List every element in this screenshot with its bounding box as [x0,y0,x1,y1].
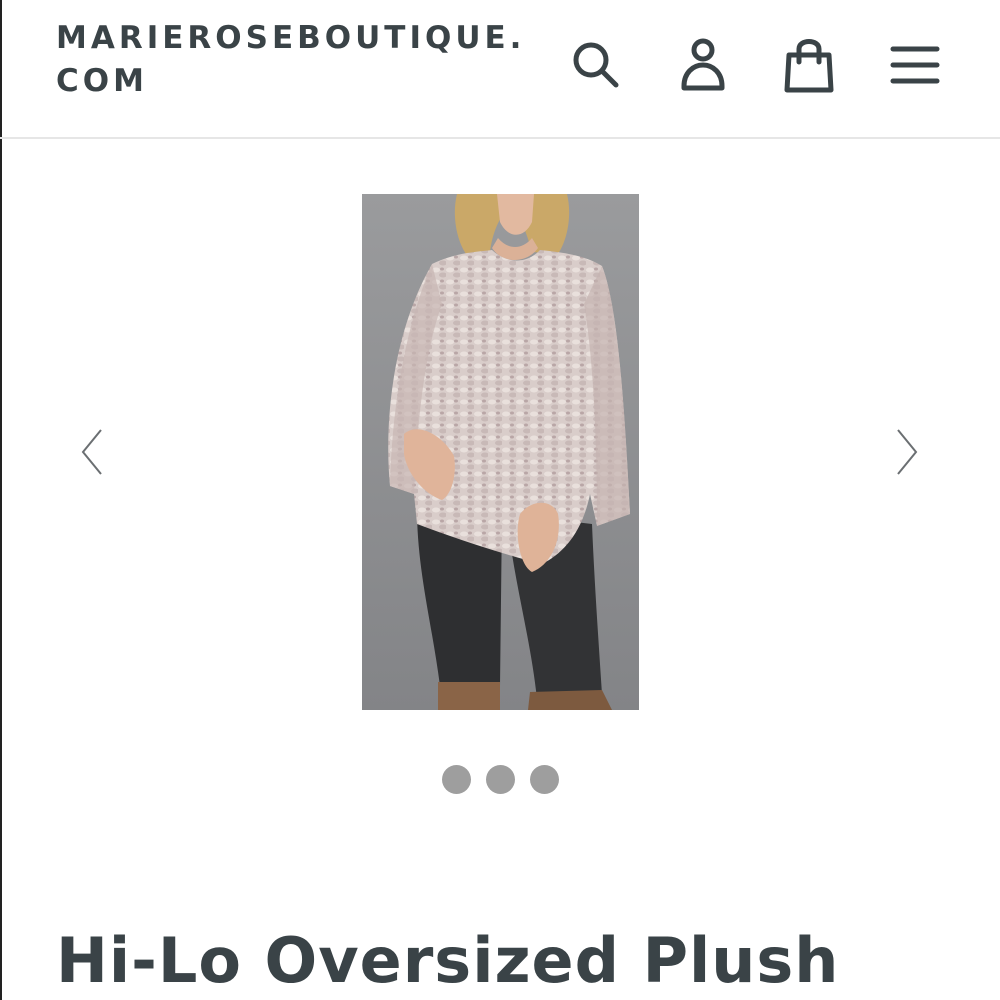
product-image[interactable] [362,194,639,710]
chevron-right-icon [897,429,918,475]
logo-line-1: MARIEROSEBOUTIQUE. [56,20,526,56]
chevron-left-icon [81,429,102,475]
logo-line-2: COM [56,63,148,99]
product-page: MARIEROSEBOUTIQUE. COM Hi-Lo Oversized P… [0,0,1000,1000]
search-icon [573,42,619,88]
gallery-dot-1[interactable] [441,765,471,794]
gallery-dot-2[interactable] [485,765,515,794]
product-gallery [0,140,1000,820]
product-photo [362,194,639,710]
gallery-prev-button[interactable] [72,424,112,480]
gallery-dot-3[interactable] [529,765,559,794]
store-logo[interactable]: MARIEROSEBOUTIQUE. COM [56,17,556,103]
gallery-pagination [0,765,1000,795]
account-button[interactable] [668,30,738,100]
menu-button[interactable] [880,30,950,100]
hamburger-menu-icon [890,46,940,84]
account-icon [681,38,725,91]
product-title: Hi-Lo Oversized Plush [56,924,840,997]
site-header: MARIEROSEBOUTIQUE. COM [0,0,1000,139]
shopping-bag-icon [784,39,834,93]
cart-button[interactable] [774,30,844,100]
search-button[interactable] [561,30,631,100]
gallery-next-button[interactable] [887,424,927,480]
